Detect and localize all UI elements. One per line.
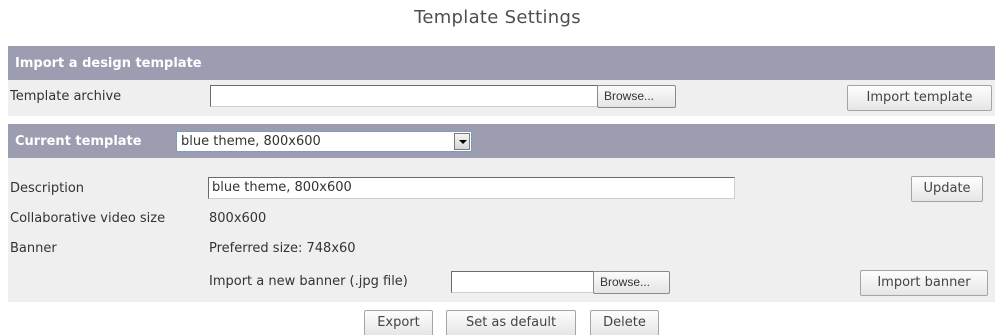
template-archive-field[interactable] — [210, 85, 598, 107]
current-template-header-title: Current template — [15, 134, 142, 149]
import-template-panel: Import a design template Template archiv… — [8, 46, 995, 116]
delete-button[interactable]: Delete — [590, 310, 659, 335]
banner-preferred-size: Preferred size: 748x60 — [209, 241, 356, 256]
description-field[interactable]: blue theme, 800x600 — [208, 177, 735, 199]
export-button[interactable]: Export — [364, 310, 433, 335]
banner-import-label: Import a new banner (.jpg file) — [209, 274, 408, 289]
set-default-button[interactable]: Set as default — [446, 310, 576, 335]
import-template-header-title: Import a design template — [15, 56, 202, 71]
import-banner-button[interactable]: Import banner — [860, 270, 988, 296]
template-archive-label: Template archive — [10, 89, 122, 104]
template-select[interactable]: blue theme, 800x600 — [176, 131, 472, 152]
banner-label: Banner — [10, 241, 57, 256]
import-template-header: Import a design template — [8, 46, 995, 80]
update-button[interactable]: Update — [911, 176, 983, 202]
template-select-value: blue theme, 800x600 — [181, 134, 321, 149]
chevron-down-icon[interactable] — [454, 133, 470, 150]
page-title: Template Settings — [414, 7, 581, 28]
template-archive-browse-button[interactable]: Browse... — [597, 85, 676, 108]
banner-browse-button[interactable]: Browse... — [593, 271, 670, 294]
description-label: Description — [10, 181, 85, 196]
video-size-value: 800x600 — [209, 211, 267, 226]
banner-file-field[interactable] — [451, 271, 594, 293]
current-template-panel: Current template blue theme, 800x600 Des… — [8, 124, 995, 302]
current-template-header: Current template blue theme, 800x600 — [8, 124, 995, 158]
video-size-label: Collaborative video size — [10, 211, 166, 226]
import-template-button[interactable]: Import template — [847, 85, 992, 111]
